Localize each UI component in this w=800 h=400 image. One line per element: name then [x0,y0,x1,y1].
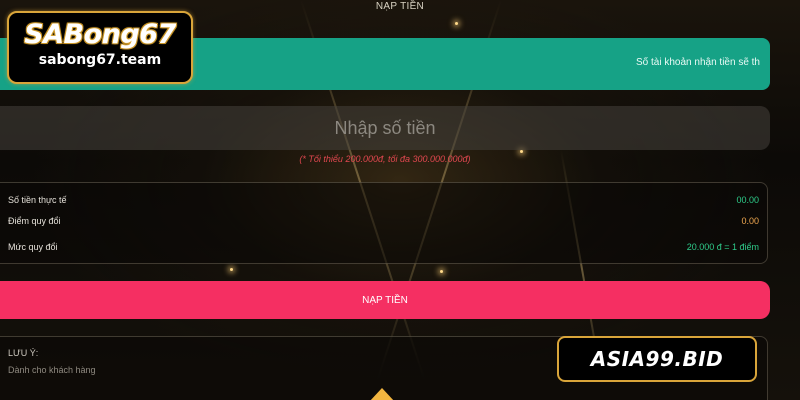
summary-value: 00.00 [736,195,759,205]
sparkle [440,270,443,273]
summary-value: 0.00 [741,216,759,226]
summary-label: Mức quy đổi [8,242,58,252]
asia99-logo: ASIA99.BID [557,336,757,382]
summary-label: Điểm quy đổi [8,216,61,226]
summary-row-actual-amount: Số tiền thực tế 00.00 [8,195,759,209]
note-subtitle: Dành cho khách hàng [8,365,96,375]
note-title: LƯU Ý: [8,348,39,358]
summary-label: Số tiền thực tế [8,195,67,205]
logo-brand-text: SABong67 [24,19,176,50]
sparkle [230,268,233,271]
logo-site-text: sabong67.team [38,52,162,68]
up-arrow-icon[interactable] [369,388,395,400]
sparkle [455,22,458,25]
account-info-text: Số tài khoản nhận tiền sẽ th [636,57,760,68]
sparkle [520,150,523,153]
summary-value: 20.000 đ = 1 điểm [686,242,759,252]
sabong67-logo: SABong67 sabong67.team [7,11,193,84]
amount-input[interactable] [0,106,770,150]
summary-row-points: Điểm quy đổi 0.00 [8,216,759,230]
deposit-button[interactable]: NẠP TIỀN [0,281,770,319]
summary-row-rate: Mức quy đổi 20.000 đ = 1 điểm [8,242,759,256]
deposit-summary: Số tiền thực tế 00.00 Điểm quy đổi 0.00 … [0,182,768,264]
limit-note: (* Tối thiểu 200.000đ, tối đa 300.000.00… [299,154,471,164]
